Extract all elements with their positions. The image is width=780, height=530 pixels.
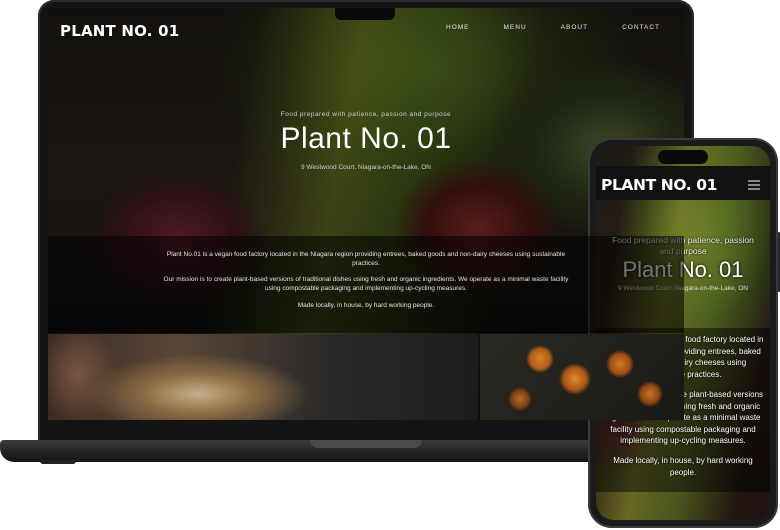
about-paragraph-3: Made locally, in house, by hard working … — [297, 302, 435, 309]
food-photo-pastry — [48, 334, 478, 420]
laptop-camera-notch — [335, 8, 395, 20]
hamburger-menu-icon[interactable] — [748, 180, 760, 190]
about-band: Plant No.01 is a vegan food factory loca… — [48, 236, 684, 333]
nav-item-menu[interactable]: MENU — [504, 24, 527, 31]
phone-site-logo[interactable]: PLANT NO. 01 — [601, 176, 717, 194]
laptop-base — [0, 440, 612, 462]
food-photo-squash — [480, 334, 684, 420]
hero-address: 9 Westwood Court, Niagara-on-the-Lake, O… — [301, 164, 431, 171]
phone-about-paragraph-3: Made locally, in house, by hard working … — [613, 456, 753, 477]
nav-item-contact[interactable]: CONTACT — [622, 24, 660, 31]
nav-item-home[interactable]: HOME — [446, 24, 470, 31]
main-nav: HOME MENU ABOUT CONTACT — [446, 24, 660, 31]
site-logo[interactable]: PLANT NO. 01 — [60, 22, 179, 40]
hero-tagline: Food prepared with patience, passion and… — [280, 111, 452, 118]
laptop-foot — [40, 460, 76, 464]
about-paragraph-2: Our mission is to create plant-based ver… — [163, 276, 569, 292]
hero-title: Plant No. 01 — [280, 122, 452, 155]
laptop-hinge — [310, 440, 422, 448]
about-paragraph-1: Plant No.01 is a vegan food factory loca… — [166, 251, 566, 267]
phone-dynamic-island — [658, 150, 708, 164]
nav-item-about[interactable]: ABOUT — [561, 24, 588, 31]
phone-website-screen: PLANT NO. 01 Food prepared with patience… — [596, 146, 770, 520]
